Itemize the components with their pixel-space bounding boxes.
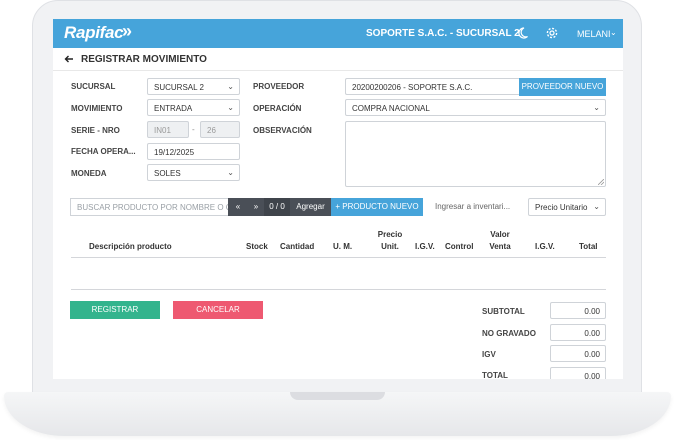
chevron-down-icon: ⌄ xyxy=(593,202,600,211)
gear-icon[interactable] xyxy=(545,26,559,40)
price-type-select[interactable]: Precio Unitario ⌄ xyxy=(528,198,606,216)
observacion-textarea[interactable] xyxy=(345,121,606,187)
col-cantidad: Cantidad xyxy=(280,242,315,251)
serie-input: IN01 xyxy=(147,121,189,138)
product-search-input[interactable]: BUSCAR PRODUCTO POR NOMBRE O CÓDIGO xyxy=(70,198,228,216)
operacion-label: OPERACIÓN xyxy=(253,104,302,113)
next-page-button[interactable]: » xyxy=(248,198,264,216)
chevron-down-icon: ⌄ xyxy=(227,168,234,177)
sucursal-value: SUCURSAL 2 xyxy=(154,83,204,92)
inventory-input[interactable]: Ingresar a inventari... xyxy=(433,198,517,216)
nro-value: 26 xyxy=(207,126,216,135)
no-gravado-label: NO GRAVADO xyxy=(482,329,536,338)
subtotal-label: SUBTOTAL xyxy=(482,307,525,316)
nro-input: 26 xyxy=(200,121,240,138)
pager-count: 0 / 0 xyxy=(264,198,290,216)
no-gravado-field: 0.00 xyxy=(550,324,606,341)
fecha-label: FECHA OPERA... xyxy=(71,147,136,156)
proveedor-value: 20200200206 - SOPORTE S.A.C. xyxy=(352,83,473,92)
fecha-value: 19/12/2025 xyxy=(154,148,195,157)
igv-label: IGV xyxy=(482,350,496,359)
serie-value: IN01 xyxy=(154,126,171,135)
back-arrow-icon[interactable] xyxy=(64,54,74,64)
col-igv-1: I.G.V. xyxy=(415,242,435,251)
total-label: TOTAL xyxy=(482,371,508,379)
table-body-divider xyxy=(71,289,606,290)
moon-icon[interactable] xyxy=(518,26,532,40)
page-title: REGISTRAR MOVIMIENTO xyxy=(81,54,207,65)
chevron-down-icon: ⌄ xyxy=(593,103,600,112)
sucursal-label: SUCURSAL xyxy=(71,82,116,91)
resize-handle-icon[interactable] xyxy=(598,179,604,185)
chevron-down-icon: ⌄ xyxy=(227,82,234,91)
col-um: U. M. xyxy=(333,242,353,251)
logo-chevrons-icon: » xyxy=(122,21,133,41)
moneda-value: SOLES xyxy=(154,169,181,178)
user-menu[interactable]: MELANI xyxy=(577,29,611,39)
col-control: Control xyxy=(445,242,474,251)
proveedor-label: PROVEEDOR xyxy=(253,82,305,91)
sucursal-select[interactable]: SUCURSAL 2 ⌄ xyxy=(147,78,240,95)
col-valor-venta-line1: Valor xyxy=(490,230,510,239)
movimiento-value: ENTRADA xyxy=(154,104,193,113)
col-precio-unit-line1: Precio xyxy=(377,230,403,239)
col-precio-unit: Precio Unit. xyxy=(373,229,407,253)
moneda-select[interactable]: SOLES ⌄ xyxy=(147,164,240,181)
col-stock: Stock xyxy=(246,242,268,251)
col-precio-unit-line2: Unit. xyxy=(381,242,399,251)
registrar-button[interactable]: REGISTRAR xyxy=(70,301,160,319)
company-name: SOPORTE S.A.C. - SUCURSAL 2 xyxy=(366,28,520,39)
fecha-input[interactable]: 19/12/2025 xyxy=(147,143,240,160)
observacion-label: OBSERVACIÓN xyxy=(253,126,312,135)
top-bar: Rapifac » SOPORTE S.A.C. - SUCURSAL 2 ME… xyxy=(53,19,623,48)
igv-field: 0.00 xyxy=(550,345,606,362)
chevron-down-icon: ⌄ xyxy=(227,103,234,112)
col-total: Total xyxy=(579,242,598,251)
subtotal-field: 0.00 xyxy=(550,302,606,319)
app-screen: Rapifac » SOPORTE S.A.C. - SUCURSAL 2 ME… xyxy=(53,19,623,379)
first-page-button[interactable]: « xyxy=(228,198,248,216)
proveedor-input[interactable]: 20200200206 - SOPORTE S.A.C. xyxy=(345,78,520,95)
total-field: 0.00 xyxy=(550,367,606,379)
moneda-label: MONEDA xyxy=(71,169,107,178)
movimiento-label: MOVIMIENTO xyxy=(71,104,123,113)
col-descripcion: Descripción producto xyxy=(89,242,172,251)
agregar-button[interactable]: Agregar xyxy=(290,198,331,216)
serie-label: SERIE - NRO xyxy=(71,126,120,135)
cancelar-button[interactable]: CANCELAR xyxy=(173,301,263,319)
serie-separator: - xyxy=(192,125,195,134)
producto-nuevo-button[interactable]: + PRODUCTO NUEVO xyxy=(331,198,423,216)
col-valor-venta: Valor Venta xyxy=(483,229,517,253)
laptop-notch xyxy=(290,392,385,400)
proveedor-nuevo-button[interactable]: PROVEEDOR NUEVO xyxy=(519,78,606,96)
title-divider xyxy=(53,70,623,71)
app-logo[interactable]: Rapifac xyxy=(64,23,124,43)
operacion-select[interactable]: COMPRA NACIONAL ⌄ xyxy=(345,99,606,116)
chevron-down-icon[interactable]: ⌄ xyxy=(610,28,617,37)
table-header-divider xyxy=(71,257,606,258)
movimiento-select[interactable]: ENTRADA ⌄ xyxy=(147,99,240,116)
col-igv-2: I.G.V. xyxy=(535,242,555,251)
price-type-value: Precio Unitario xyxy=(535,203,588,212)
operacion-value: COMPRA NACIONAL xyxy=(352,104,430,113)
col-valor-venta-line2: Venta xyxy=(489,242,511,251)
